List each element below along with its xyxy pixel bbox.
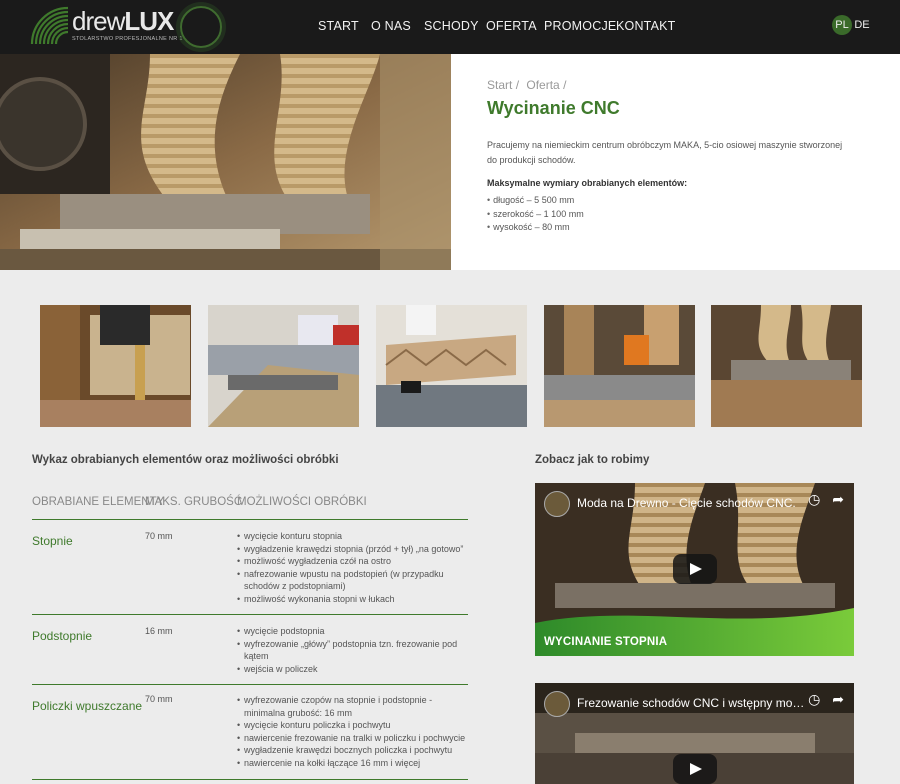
- main-nav: Start O nas Schody Oferta Promocje Konta…: [300, 0, 720, 54]
- op-item: nawiercenie na kołki łączące 16 mm i wię…: [237, 757, 467, 770]
- table-row-divider: [32, 684, 468, 685]
- op-item: wyfrezowanie „główy” podstopnia tzn. fre…: [237, 638, 467, 663]
- share-icon[interactable]: ➦: [832, 491, 844, 507]
- site-header: drewLUX STOLARSTWO PROFESJONALNE NR 1 St…: [0, 0, 900, 54]
- op-item: wejścia w policzek: [237, 663, 467, 676]
- col-header-operations: Możliwości obróbki: [237, 496, 367, 508]
- table-row-divider: [32, 614, 468, 615]
- logo-word-drew: drew: [72, 6, 125, 36]
- gallery-photo-1[interactable]: [40, 305, 191, 427]
- logo-wordmark: drewLUX: [72, 6, 174, 36]
- gallery-photo-3-image: [376, 305, 527, 427]
- lang-de[interactable]: DE: [852, 15, 872, 35]
- table-row-thickness: 70 mm: [145, 531, 173, 541]
- op-item: możliwość wygładzenia czół na ostro: [237, 555, 467, 568]
- nav-active-indicator: [180, 6, 222, 48]
- channel-avatar[interactable]: [544, 491, 570, 517]
- table-row-thickness: 16 mm: [145, 626, 173, 636]
- table-row-name: Podstopnie: [32, 629, 93, 643]
- dims-list: długość – 5 500 mm szerokość – 1 100 mm …: [487, 194, 584, 235]
- video-player-2[interactable]: Frezowanie schodów CNC i wstępny mo… ◷ ➦: [535, 683, 854, 784]
- dims-item: wysokość – 80 mm: [487, 221, 584, 235]
- op-item: wycięcie podstopnia: [237, 625, 467, 638]
- nav-kontakt[interactable]: Kontakt: [616, 19, 676, 33]
- breadcrumb-sep: /: [515, 78, 520, 92]
- table-row-name: Policzki wpuszczane: [32, 699, 143, 713]
- op-item: wygładzenie krawędzi bocznych policzka i…: [237, 744, 467, 757]
- table-row-divider: [32, 779, 468, 780]
- intro-text: Pracujemy na niemieckim centrum obróbczy…: [487, 140, 843, 165]
- video-title[interactable]: Frezowanie schodów CNC i wstępny mo…: [577, 696, 804, 710]
- breadcrumb-sep: /: [563, 78, 567, 92]
- watch-later-icon[interactable]: ◷: [808, 491, 820, 507]
- table-row-ops: wycięcie podstopnia wyfrezowanie „główy”…: [237, 625, 467, 675]
- table-row-ops: wycięcie konturu stopnia wygładzenie kra…: [237, 530, 467, 606]
- video-title[interactable]: Moda na Drewno - Cięcie schodów CNC.: [577, 496, 796, 510]
- nav-promocje[interactable]: Promocje: [544, 19, 616, 33]
- table-section-title: Wykaz obrabianych elementów oraz możliwo…: [32, 454, 339, 466]
- op-item: wycięcie konturu stopnia: [237, 530, 467, 543]
- hero-info-panel: Start / Oferta / Wycinanie CNC Pracujemy…: [451, 54, 900, 270]
- dims-title: Maksymalne wymiary obrabianych elementów…: [487, 178, 688, 188]
- op-item: wyfrezowanie czopów na stopnie i podstop…: [237, 694, 467, 719]
- play-icon[interactable]: [673, 754, 717, 784]
- video-action-icons: ◷ ➦: [808, 691, 844, 708]
- logo[interactable]: drewLUX STOLARSTWO PROFESJONALNE NR 1: [30, 6, 182, 48]
- table-row-name: Stopnie: [32, 534, 73, 548]
- gallery-photo-2-image: [208, 305, 359, 427]
- logo-tagline: STOLARSTWO PROFESJONALNE NR 1: [72, 36, 183, 42]
- nav-o-nas[interactable]: O nas: [371, 19, 411, 33]
- logo-wood-rings-icon: [30, 6, 69, 45]
- gallery-photo-3[interactable]: [376, 305, 527, 427]
- table-row-ops: wyfrezowanie czopów na stopnie i podstop…: [237, 694, 467, 770]
- dims-item: szerokość – 1 100 mm: [487, 208, 584, 222]
- op-item: wygładzenie krawędzi stopnia (przód + ty…: [237, 543, 467, 556]
- video-action-icons: ◷ ➦: [808, 491, 844, 508]
- gallery-photo-1-image: [40, 305, 191, 427]
- nav-oferta[interactable]: Oferta: [486, 19, 537, 33]
- videos-section-title: Zobacz jak to robimy: [535, 454, 650, 466]
- table-header-divider: [32, 519, 468, 520]
- video-caption: WYCINANIE STOPNIA: [544, 636, 668, 648]
- nav-start[interactable]: Start: [318, 19, 359, 33]
- dims-item: długość – 5 500 mm: [487, 194, 584, 208]
- gallery-photo-5[interactable]: [711, 305, 862, 427]
- gallery-photo-4-image: [544, 305, 695, 427]
- op-item: nafrezowanie wpustu na podstopień (w prz…: [237, 568, 467, 593]
- col-header-thickness: Maks. grubość: [145, 496, 243, 508]
- logo-word-lux: LUX: [124, 6, 174, 36]
- play-icon[interactable]: [673, 554, 717, 584]
- hero-image-cnc-machine: [0, 54, 451, 270]
- photo-gallery: [40, 305, 862, 427]
- breadcrumb-oferta[interactable]: Oferta: [526, 78, 559, 92]
- watch-later-icon[interactable]: ◷: [808, 691, 820, 707]
- video-player-1[interactable]: Moda na Drewno - Cięcie schodów CNC. ◷ ➦…: [535, 483, 854, 656]
- hero-photo: [0, 54, 451, 270]
- op-item: nawiercenie frezowanie na tralki w polic…: [237, 732, 467, 745]
- lang-pl[interactable]: PL: [832, 15, 852, 35]
- gallery-photo-4[interactable]: [544, 305, 695, 427]
- table-row-thickness: 70 mm: [145, 694, 173, 704]
- page-title: Wycinanie CNC: [487, 98, 620, 118]
- nav-schody[interactable]: Schody: [424, 19, 479, 33]
- op-item: możliwość wykonania stopni w łukach: [237, 593, 467, 606]
- channel-avatar[interactable]: [544, 691, 570, 717]
- breadcrumb: Start / Oferta /: [487, 78, 570, 92]
- breadcrumb-start[interactable]: Start: [487, 78, 512, 92]
- op-item: wycięcie konturu policzka i pochwytu: [237, 719, 467, 732]
- gallery-photo-5-image: [711, 305, 862, 427]
- share-icon[interactable]: ➦: [832, 691, 844, 707]
- gallery-photo-2[interactable]: [208, 305, 359, 427]
